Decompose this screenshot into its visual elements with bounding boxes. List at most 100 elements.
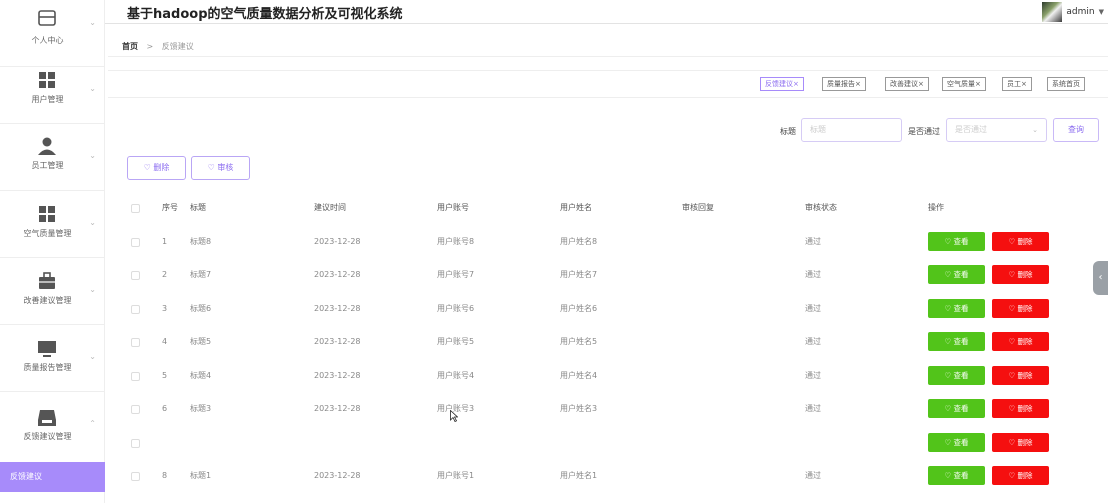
title-search-input[interactable]: 标题	[801, 118, 902, 142]
cell-name: 用户姓名6	[560, 303, 598, 313]
cell-account: 用户账号5	[437, 337, 475, 346]
cell-name: 用户姓名3	[560, 404, 598, 413]
view-button[interactable]: ♡ 查看	[928, 399, 985, 418]
cell-no: 4	[162, 337, 168, 346]
cell-status: 通过	[805, 471, 821, 480]
row-checkbox[interactable]	[131, 405, 140, 414]
cell-title: 标题5	[190, 337, 212, 346]
chevron-down-icon: ⌄	[89, 218, 96, 227]
batch-delete-button[interactable]: ♡ 删除	[127, 156, 186, 180]
sidebar-item-label: 员工管理	[31, 161, 64, 170]
cell-name: 用户姓名1	[560, 471, 598, 480]
sidebar-subitem-feedback[interactable]: 反馈建议	[0, 462, 105, 492]
pass-select[interactable]: 是否通过 ⌄	[946, 118, 1047, 142]
search-button[interactable]: 查询	[1053, 118, 1099, 142]
delete-button[interactable]: ♡ 删除	[992, 466, 1049, 485]
pass-select-placeholder: 是否通过	[955, 125, 987, 134]
cell-no: 5	[162, 370, 168, 380]
delete-button[interactable]: ♡ 删除	[992, 298, 1049, 318]
row-checkbox[interactable]	[131, 338, 140, 347]
tag-air[interactable]: 空气质量×	[942, 77, 986, 91]
table-row: 6 标题3 2023-12-28 用户账号3 用户姓名3 通过 ♡ 查看 ♡ 删除	[108, 394, 1108, 428]
grid-icon	[39, 72, 55, 88]
tag-staff[interactable]: 员工×	[1002, 77, 1032, 91]
view-button[interactable]: ♡ 查看	[928, 231, 985, 251]
sidebar-item-improve[interactable]: ⌄ 改善建议管理	[0, 258, 105, 325]
cell-no: 6	[162, 404, 168, 413]
audit-button[interactable]: ♡ 审核	[191, 156, 250, 180]
cell-title: 标题8	[190, 236, 212, 246]
cell-title: 标题6	[190, 303, 212, 313]
view-button[interactable]: ♡ 查看	[928, 298, 985, 318]
cell-account: 用户账号8	[437, 236, 475, 246]
avatar	[1042, 2, 1063, 22]
delete-button[interactable]: ♡ 删除	[992, 231, 1049, 251]
cell-status: 通过	[805, 270, 821, 279]
delete-button[interactable]: ♡ 删除	[992, 399, 1049, 418]
app-root: ⌄ 个人中心 ⌄ 用户管理 ⌄ 员工管理 ⌄ 空气质量管理 ⌄ 改善建议管理 ⌄…	[0, 0, 1108, 503]
cell-time: 2023-12-28	[314, 337, 361, 346]
breadcrumb: 首页 > 反馈建议	[122, 41, 194, 52]
delete-button[interactable]: ♡ 删除	[992, 265, 1049, 284]
sidebar-item-label: 反馈建议管理	[23, 432, 72, 441]
row-checkbox[interactable]	[131, 472, 140, 481]
cell-account: 用户账号6	[437, 303, 475, 313]
sidebar-item-label: 质量报告管理	[23, 363, 72, 372]
person-icon	[38, 137, 56, 155]
header-cell: 审核回复	[682, 203, 714, 212]
sidebar-item-air-quality[interactable]: ⌄ 空气质量管理	[0, 191, 105, 258]
cell-title: 标题4	[190, 370, 212, 380]
row-checkbox[interactable]	[131, 371, 140, 381]
row-checkbox[interactable]	[131, 271, 140, 280]
sidebar-item-staff[interactable]: ⌄ 员工管理	[0, 124, 105, 191]
delete-button[interactable]: ♡ 删除	[992, 432, 1049, 452]
header-cell: 用户账号	[437, 203, 469, 212]
table-row: 3 标题6 2023-12-28 用户账号6 用户姓名6 通过 ♡ 查看 ♡ 删除	[108, 294, 1108, 328]
tag-home[interactable]: 系统首页	[1047, 77, 1085, 91]
user-menu[interactable]: admin ▼	[1042, 2, 1104, 22]
view-button[interactable]: ♡ 查看	[928, 332, 985, 351]
view-button[interactable]: ♡ 查看	[928, 265, 985, 284]
pass-label: 是否通过	[908, 127, 940, 136]
sidebar-item-feedback[interactable]: ⌃ 反馈建议管理	[0, 392, 105, 459]
cell-account: 用户账号1	[437, 471, 475, 480]
header-cell: 操作	[928, 203, 944, 212]
breadcrumb-home[interactable]: 首页	[122, 42, 138, 51]
window-icon	[38, 10, 56, 26]
chevron-down-icon: ⌄	[89, 84, 96, 93]
tray-icon	[38, 410, 56, 426]
tag-report[interactable]: 质量报告×	[822, 77, 866, 91]
table-row: 1 标题8 2023-12-28 用户账号8 用户姓名8 通过 ♡ 查看 ♡ 删除	[108, 227, 1108, 261]
row-checkbox[interactable]	[131, 438, 140, 448]
user-name: admin	[1066, 7, 1095, 17]
cell-status: 通过	[805, 337, 821, 346]
table-row: 8 标题1 2023-12-28 用户账号1 用户姓名1 通过 ♡ 查看 ♡ 删除	[108, 461, 1108, 495]
chevron-up-icon: ⌃	[89, 419, 96, 428]
select-all-checkbox[interactable]	[131, 204, 140, 213]
cell-time: 2023-12-28	[314, 370, 361, 380]
mouse-cursor-icon	[450, 410, 458, 422]
sidebar-item-label: 空气质量管理	[23, 229, 72, 238]
cell-time: 2023-12-28	[314, 236, 361, 246]
row-checkbox[interactable]	[131, 237, 140, 247]
sidebar-item-label: 个人中心	[31, 36, 64, 45]
header-cell: 用户姓名	[560, 203, 592, 212]
view-button[interactable]: ♡ 查看	[928, 365, 985, 385]
cell-no: 8	[162, 471, 168, 480]
divider	[108, 56, 1108, 57]
delete-button[interactable]: ♡ 删除	[992, 365, 1049, 385]
view-button[interactable]: ♡ 查看	[928, 466, 985, 485]
delete-button[interactable]: ♡ 删除	[992, 332, 1049, 351]
chevron-left-icon[interactable]: ‹	[1093, 261, 1108, 295]
sidebar-item-report[interactable]: ⌄ 质量报告管理	[0, 325, 105, 392]
tag-feedback[interactable]: 反馈建议×	[760, 77, 804, 91]
cell-status: 通过	[805, 236, 821, 246]
chevron-down-icon: ⌄	[1032, 126, 1038, 134]
tag-improve[interactable]: 改善建议×	[885, 77, 929, 91]
caret-down-icon: ▼	[1098, 8, 1104, 16]
tag-bar: 反馈建议× 质量报告× 改善建议× 空气质量× 员工× 系统首页	[108, 70, 1108, 98]
sidebar-item-users[interactable]: ⌄ 用户管理	[0, 57, 105, 124]
sidebar-item-label: 用户管理	[31, 95, 64, 104]
row-checkbox[interactable]	[131, 304, 140, 314]
view-button[interactable]: ♡ 查看	[928, 432, 985, 452]
